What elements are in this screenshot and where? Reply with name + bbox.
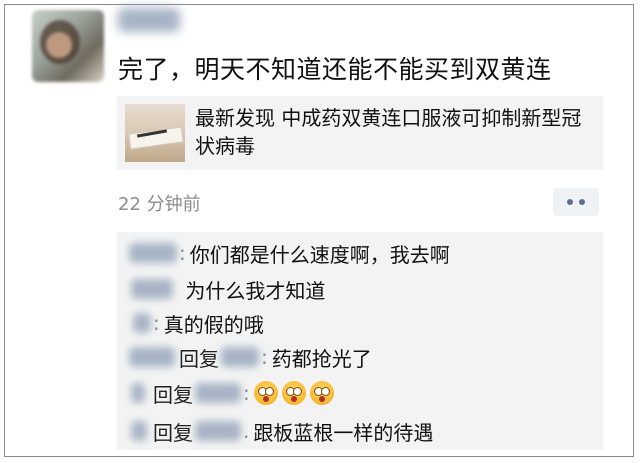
reply-label: 回复 (153, 382, 193, 407)
blurred-commenter-name[interactable] (131, 279, 173, 299)
reply-row[interactable]: 回复 : 药都抢光了 (129, 342, 372, 372)
shared-link-card[interactable]: 最新发现 中成药双黄连口服液可抑制新型冠状病毒 (117, 96, 603, 170)
comment-text: 真的假的哦 (163, 312, 264, 337)
reply-label: 回复 (179, 346, 219, 371)
link-title: 最新发现 中成药双黄连口服液可抑制新型冠状病毒 (195, 106, 582, 158)
blurred-commenter-name[interactable] (129, 243, 177, 263)
blurred-commenter-name[interactable] (133, 313, 151, 333)
blurred-reply-target-name[interactable] (221, 347, 259, 367)
blurred-commenter-name[interactable] (131, 383, 145, 403)
comment-text: 跟板蓝根一样的待遇 (253, 420, 434, 445)
flushed-face-icon (309, 381, 334, 405)
comment-text: 药都抢光了 (271, 346, 372, 371)
comment-text: 为什么我才知道 (185, 278, 326, 303)
flushed-face-icon (281, 381, 306, 405)
blurred-reply-target-name[interactable] (195, 383, 241, 403)
blurred-username[interactable] (118, 8, 180, 32)
avatar[interactable] (32, 10, 104, 82)
post-time: 22 分钟前 (118, 194, 201, 215)
comment-row[interactable]: : 你们都是什么速度啊，我去啊 (129, 238, 450, 268)
reply-row[interactable]: 回复 : (131, 378, 338, 408)
blurred-commenter-name[interactable] (131, 421, 147, 441)
comment-row[interactable]: : 真的假的哦 (133, 308, 264, 338)
dot-icon (579, 199, 585, 205)
more-options-button[interactable] (553, 188, 599, 216)
link-thumbnail (125, 104, 185, 162)
flushed-face-icon (253, 381, 278, 405)
post-text: 完了，明天不知道还能不能买到双黄连 (118, 55, 552, 84)
blurred-commenter-name[interactable] (129, 347, 175, 367)
comment-row[interactable]: 为什么我才知道 (131, 274, 325, 304)
reply-label: 回复 (153, 420, 193, 445)
dot-icon (567, 199, 573, 205)
blurred-reply-target-name[interactable] (195, 421, 241, 441)
reply-row[interactable]: 回复 . 跟板蓝根一样的待遇 (131, 416, 433, 446)
comments-section: : 你们都是什么速度啊，我去啊 为什么我才知道 : 真的假的哦 回复 : 药都抢… (117, 232, 603, 450)
comment-text: 你们都是什么速度啊，我去啊 (189, 242, 450, 267)
